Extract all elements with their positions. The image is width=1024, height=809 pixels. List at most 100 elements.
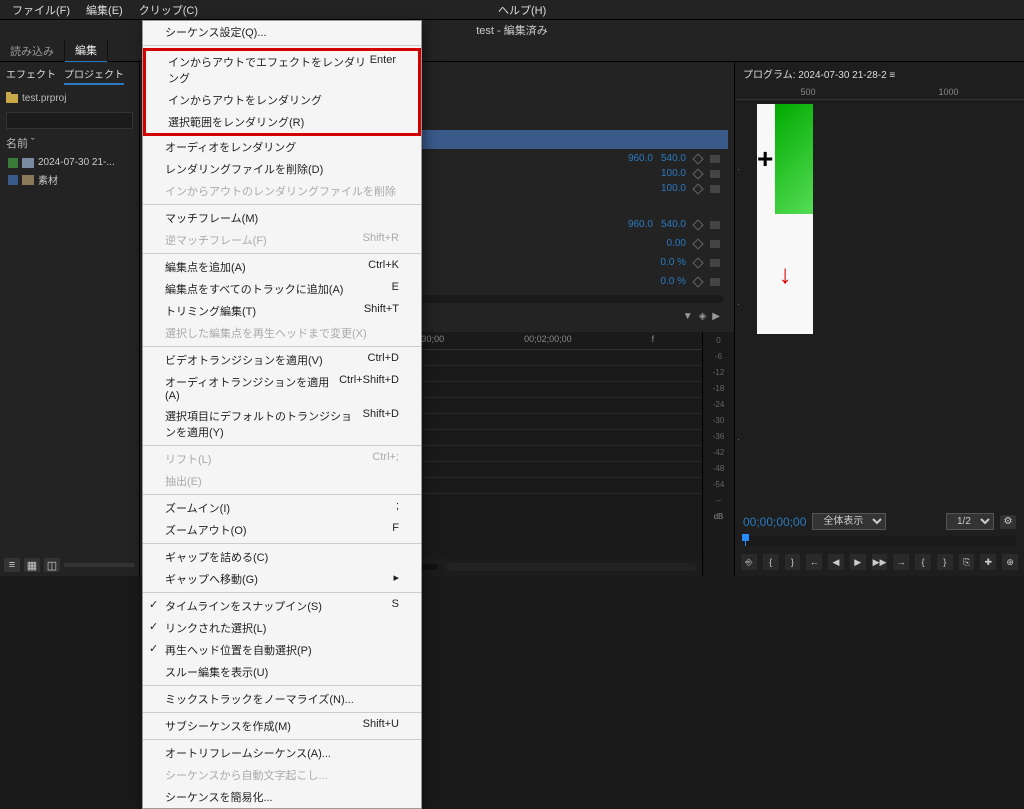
panel-tab-effects[interactable]: エフェクト bbox=[6, 66, 56, 85]
reset-icon[interactable] bbox=[710, 259, 720, 267]
keyframe-toggle-icon[interactable] bbox=[692, 257, 703, 268]
transport-button[interactable]: ⎆ bbox=[741, 554, 757, 570]
menu-item[interactable]: シーケンス設定(Q)... bbox=[143, 21, 421, 43]
menu-item-label: インからアウトでエフェクトをレンダリング bbox=[168, 54, 370, 86]
reset-icon[interactable] bbox=[710, 170, 720, 178]
timeline-scroll[interactable] bbox=[446, 563, 696, 571]
filter-icon[interactable]: ▼ bbox=[683, 311, 693, 322]
reset-icon[interactable] bbox=[710, 221, 720, 229]
meter-mark: -48 bbox=[713, 464, 725, 479]
transport-button[interactable]: ⊕ bbox=[1002, 554, 1018, 570]
keyframe-toggle-icon[interactable] bbox=[692, 219, 703, 230]
menu-item[interactable]: オーディオトランジションを適用(A)Ctrl+Shift+D bbox=[143, 371, 421, 405]
menu-clip[interactable]: クリップ(C) bbox=[133, 0, 204, 20]
keyframe-toggle-icon[interactable] bbox=[692, 153, 703, 164]
property-value[interactable]: 960.0 bbox=[628, 153, 653, 164]
keyframe-toggle-icon[interactable] bbox=[692, 168, 703, 179]
list-view-icon[interactable]: ≡ bbox=[4, 558, 20, 572]
fit-select[interactable]: 全体表示 bbox=[812, 513, 886, 530]
menu-file[interactable]: ファイル(F) bbox=[6, 0, 76, 20]
menu-item[interactable]: ビデオトランジションを適用(V)Ctrl+D bbox=[143, 349, 421, 371]
menu-item[interactable]: インからアウトでエフェクトをレンダリングEnter bbox=[146, 51, 418, 89]
settings-icon[interactable]: ⚙ bbox=[1000, 515, 1016, 529]
menu-item[interactable]: マッチフレーム(M) bbox=[143, 207, 421, 229]
keyframe-toggle-icon[interactable] bbox=[692, 238, 703, 249]
menu-item-label: シーケンス設定(Q)... bbox=[165, 24, 267, 40]
menu-item[interactable]: ✓リンクされた選択(L) bbox=[143, 617, 421, 639]
reset-icon[interactable] bbox=[710, 185, 720, 193]
transport-button[interactable]: { bbox=[763, 554, 779, 570]
reset-icon[interactable] bbox=[710, 278, 720, 286]
menu-item[interactable]: ギャップを詰める(C) bbox=[143, 546, 421, 568]
thumbnail-size-slider[interactable] bbox=[64, 563, 135, 567]
menu-item-shortcut: Shift+U bbox=[363, 718, 399, 734]
transport-button[interactable]: ▶ bbox=[850, 554, 866, 570]
menu-item[interactable]: トリミング編集(T)Shift+T bbox=[143, 300, 421, 322]
transport-button[interactable]: } bbox=[785, 554, 801, 570]
transport-button[interactable]: } bbox=[937, 554, 953, 570]
program-timecode[interactable]: 00;00;00;00 bbox=[743, 515, 806, 529]
menu-item[interactable]: オーディオをレンダリング bbox=[143, 136, 421, 158]
transport-button[interactable]: ✚ bbox=[980, 554, 996, 570]
menu-item-shortcut: ; bbox=[396, 500, 399, 516]
transport-button[interactable]: ◀ bbox=[828, 554, 844, 570]
program-scrubber[interactable] bbox=[743, 536, 1016, 546]
menu-item[interactable]: ズームアウト(O)F bbox=[143, 519, 421, 541]
project-panel: エフェクト プロジェクト test.prproj 名前 ˇ 2024-07-30… bbox=[0, 62, 140, 576]
property-value[interactable]: 0.00 bbox=[667, 238, 686, 249]
menu-item-label: サブシーケンスを作成(M) bbox=[165, 718, 291, 734]
workspace-tab-import[interactable]: 読み込み bbox=[0, 40, 65, 62]
resolution-select[interactable]: 1/2 bbox=[946, 513, 994, 530]
property-value[interactable]: 100.0 bbox=[661, 183, 686, 194]
label-chip bbox=[8, 175, 18, 185]
menu-item[interactable]: サブシーケンスを作成(M) Shift+U bbox=[143, 715, 421, 737]
transport-button[interactable]: { bbox=[915, 554, 931, 570]
program-canvas[interactable]: + ↓ bbox=[757, 104, 813, 334]
reset-icon[interactable] bbox=[710, 155, 720, 163]
workspace-tab-edit[interactable]: 編集 bbox=[65, 39, 108, 63]
menu-item-label: ギャップへ移動(G) bbox=[165, 571, 258, 587]
project-item[interactable]: 2024-07-30 21-... bbox=[0, 155, 139, 170]
menu-item[interactable]: ✓再生ヘッド位置を自動選択(P) bbox=[143, 639, 421, 661]
name-column-header[interactable]: 名前 bbox=[6, 135, 28, 151]
keyframe-nav-icon[interactable]: ◈ bbox=[699, 311, 707, 322]
menu-item[interactable]: 編集点をすべてのトラックに追加(A)E bbox=[143, 278, 421, 300]
menu-item[interactable]: スルー編集を表示(U) bbox=[143, 661, 421, 683]
menu-item[interactable]: オートリフレームシーケンス(A)... bbox=[143, 742, 421, 764]
menu-item[interactable]: インからアウトをレンダリング bbox=[146, 89, 418, 111]
icon-view-icon[interactable]: ▦ bbox=[24, 558, 40, 572]
menu-item[interactable]: シーケンスを簡易化... bbox=[143, 786, 421, 808]
transport-button[interactable]: ← bbox=[806, 554, 822, 570]
menu-item[interactable]: ✓タイムラインをスナップイン(S)S bbox=[143, 595, 421, 617]
property-value[interactable]: 540.0 bbox=[661, 219, 686, 230]
reset-icon[interactable] bbox=[710, 240, 720, 248]
play-icon[interactable]: ▶ bbox=[712, 311, 720, 322]
sort-arrow-icon[interactable]: ˇ bbox=[31, 137, 35, 149]
property-value[interactable]: 0.0 % bbox=[660, 276, 686, 287]
transport-button[interactable]: → bbox=[893, 554, 909, 570]
property-value[interactable]: 540.0 bbox=[661, 153, 686, 164]
project-item[interactable]: 素材 bbox=[0, 170, 139, 189]
menu-help[interactable]: ヘルプ(H) bbox=[492, 0, 552, 20]
transport-button[interactable]: ▶▶ bbox=[872, 554, 888, 570]
panel-tab-project[interactable]: プロジェクト bbox=[64, 66, 124, 85]
keyframe-toggle-icon[interactable] bbox=[692, 276, 703, 287]
menu-item[interactable]: ズームイン(I); bbox=[143, 497, 421, 519]
menu-item[interactable]: レンダリングファイルを削除(D) bbox=[143, 158, 421, 180]
transport-button[interactable]: ⎘ bbox=[959, 554, 975, 570]
menu-item[interactable]: ミックストラックをノーマライズ(N)... bbox=[143, 688, 421, 710]
menu-item[interactable]: 選択範囲をレンダリング(R) bbox=[146, 111, 418, 133]
freeform-view-icon[interactable]: ◫ bbox=[44, 558, 60, 572]
property-value[interactable]: 100.0 bbox=[661, 168, 686, 179]
keyframe-toggle-icon[interactable] bbox=[692, 183, 703, 194]
project-search-input[interactable] bbox=[6, 112, 133, 129]
property-value[interactable]: 0.0 % bbox=[660, 257, 686, 268]
menu-item[interactable]: ギャップへ移動(G)▸ bbox=[143, 568, 421, 590]
menu-item-label: ギャップを詰める(C) bbox=[165, 549, 268, 565]
property-value[interactable]: 960.0 bbox=[628, 219, 653, 230]
menu-edit[interactable]: 編集(E) bbox=[80, 0, 129, 20]
program-title: プログラム: 2024-07-30 21-28-2 ≡ bbox=[743, 66, 895, 81]
menu-item[interactable]: 選択項目にデフォルトのトランジションを適用(Y)Shift+D bbox=[143, 405, 421, 443]
menu-item[interactable]: 編集点を追加(A)Ctrl+K bbox=[143, 256, 421, 278]
check-icon: ✓ bbox=[149, 620, 158, 633]
